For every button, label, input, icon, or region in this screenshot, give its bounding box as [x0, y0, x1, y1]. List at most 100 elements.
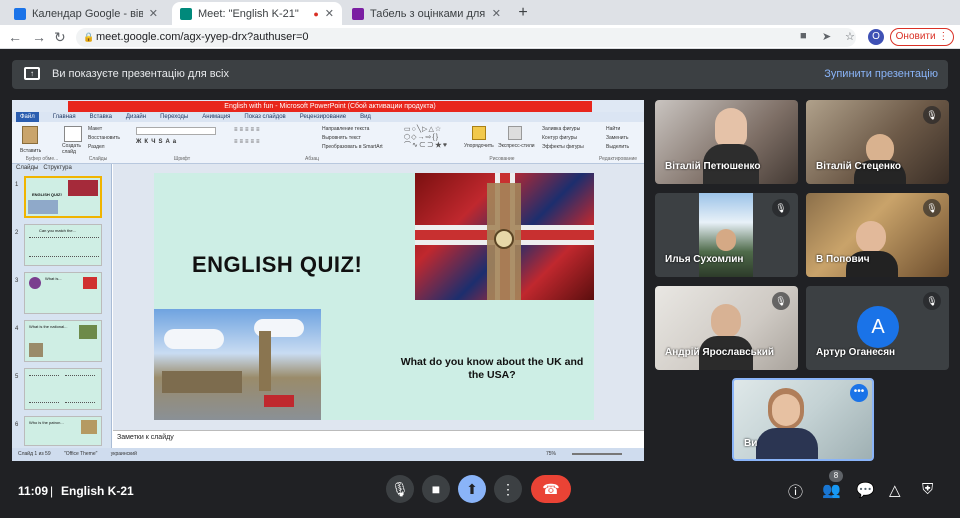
ppt-menu-item[interactable]: Вид — [360, 112, 371, 122]
align-buttons[interactable]: ≡≡≡≡≡ — [234, 139, 304, 147]
shape-effects-button[interactable]: Эффекты фигуры — [542, 144, 584, 150]
language: украинский — [110, 451, 137, 457]
section-button[interactable]: Раздел — [88, 144, 105, 150]
slide-thumbnail[interactable]: ENGLISH QUIZ! — [24, 176, 102, 218]
participant-tile[interactable]: 🎙 В Попович — [806, 193, 949, 277]
forward-icon[interactable]: → — [32, 29, 46, 45]
back-icon[interactable]: ← — [8, 29, 22, 45]
present-button[interactable]: ⬆ — [458, 475, 486, 503]
quick-styles-button[interactable]: Экспресс-стили — [498, 143, 535, 149]
shape-fill-button[interactable]: Заливка фигуры — [542, 126, 580, 132]
more-options-button[interactable]: ••• — [850, 384, 868, 402]
ppt-menu-item[interactable]: Переходы — [160, 112, 188, 122]
reload-icon[interactable]: ↻ — [54, 29, 66, 45]
ppt-menu-item[interactable]: Главная — [53, 112, 76, 122]
tower — [259, 331, 271, 391]
participant-name: Андрій Ярославський — [665, 347, 775, 358]
ppt-menu-item[interactable]: Вставка — [90, 112, 112, 122]
thumb-number: 5 — [15, 374, 19, 380]
font-format-buttons[interactable]: ЖКЧSAa — [136, 139, 226, 147]
new-tab-button[interactable]: + — [513, 3, 533, 23]
font-selector[interactable] — [136, 127, 216, 135]
participant-tile[interactable]: 🎙 Андрій Ярославський — [655, 286, 798, 370]
thumb-tabs: Слайды Структура — [16, 165, 72, 171]
participant-video — [711, 304, 741, 338]
participant-tile[interactable]: 🎙 Віталій Стеценко — [806, 100, 949, 184]
address-bar[interactable]: 🔒 meet.google.com/agx-yyep-drx?authuser=… — [76, 28, 856, 47]
zoom-slider[interactable] — [572, 453, 622, 455]
present-screen-icon: ↑ — [24, 67, 40, 80]
participant-name: Артур Оганесян — [816, 347, 896, 358]
ribbon-group-label: Абзац — [304, 156, 320, 162]
info-icon[interactable]: ⓘ — [788, 481, 803, 502]
thumb-title: ENGLISH QUIZ! — [32, 192, 62, 197]
ppt-menu-item[interactable]: Анимация — [202, 112, 230, 122]
self-view-tile[interactable]: ••• Ви — [732, 378, 874, 461]
slide-question: What do you know about the UK and the US… — [400, 356, 584, 381]
camera-icon[interactable]: ■ — [800, 30, 807, 42]
mic-off-icon: 🎙 — [923, 292, 941, 310]
thumb-title: What is the national... — [29, 324, 68, 329]
new-slide-button[interactable]: Создать слайд — [62, 143, 84, 155]
tab-meet[interactable]: Meet: "English K-21" ● ✕ — [172, 2, 342, 25]
slide-thumbnail[interactable]: What is... — [24, 272, 102, 314]
ppt-menu-item[interactable]: Дизайн — [126, 112, 146, 122]
reset-button[interactable]: Восстановить — [88, 135, 120, 141]
select-button[interactable]: Выделить — [606, 144, 629, 150]
text-direction-button[interactable]: Направление текста — [322, 126, 369, 132]
shapes-gallery[interactable]: ▭○╲▷△☆ ⬡◇→⇨{} ⌒∿⊂⊃★♥ — [404, 126, 460, 150]
align-text-button[interactable]: Выровнять текст — [322, 135, 361, 141]
shape-outline-button[interactable]: Контур фигуры — [542, 135, 577, 141]
layout-button[interactable]: Макет — [88, 126, 102, 132]
participant-tile[interactable]: 🎙 Илья Сухомлин — [655, 193, 798, 277]
tab-calendar[interactable]: Календар Google - вівторок, 8 лю ✕ — [6, 2, 166, 25]
update-button[interactable]: Оновити ⋮ — [890, 28, 954, 46]
close-icon[interactable]: ✕ — [149, 7, 158, 20]
participant-name: В Попович — [816, 254, 870, 265]
thumb-title: Can you match the... — [39, 228, 76, 233]
account-avatar[interactable]: O — [868, 29, 884, 45]
ppt-menu-item[interactable]: Рецензирование — [300, 112, 346, 122]
replace-button[interactable]: Заменить — [606, 135, 628, 141]
send-icon[interactable]: ➤ — [822, 30, 831, 43]
camera-button[interactable]: ■ — [422, 475, 450, 503]
thumb-title: What is... — [45, 276, 62, 281]
host-controls-icon[interactable]: ⛨ — [922, 481, 933, 498]
arrange-button[interactable]: Упорядочить — [464, 143, 494, 149]
stop-presenting-button[interactable]: Зупинити презентацію — [824, 68, 938, 80]
close-icon[interactable]: ✕ — [492, 7, 501, 20]
star-icon[interactable]: ☆ — [845, 30, 855, 43]
participant-video — [715, 108, 747, 148]
slide-thumbnail[interactable]: Who is the patron... — [24, 416, 102, 446]
people-icon[interactable]: 👥 — [822, 481, 841, 499]
notes-field[interactable]: Заметки к слайду — [113, 430, 644, 444]
participant-tile[interactable]: 🎙 A Артур Оганесян — [806, 286, 949, 370]
activities-icon[interactable]: △ — [889, 481, 901, 499]
current-slide[interactable] — [154, 173, 594, 420]
find-button[interactable]: Найти — [606, 126, 620, 132]
slide-thumbnail[interactable]: Can you match the... — [24, 224, 102, 266]
slide-thumbnail[interactable]: What is the national... — [24, 320, 102, 362]
smartart-button[interactable]: Преобразовать в SmartArt — [322, 144, 383, 150]
slide-thumbnail[interactable] — [24, 368, 102, 410]
close-icon[interactable]: ✕ — [325, 7, 334, 20]
paste-button[interactable]: Вставить — [20, 148, 41, 154]
tab-slides[interactable]: Слайды — [16, 165, 38, 171]
recording-icon: ● — [313, 8, 319, 19]
ppt-menu-item[interactable]: Показ слайдов — [244, 112, 285, 122]
paste-icon — [22, 126, 38, 144]
participant-name: Віталій Петюшенко — [665, 161, 761, 172]
end-call-button[interactable]: ☎ — [531, 475, 571, 503]
ppt-menu-item[interactable]: Файл — [16, 112, 39, 122]
mic-off-icon: 🎙 — [923, 199, 941, 217]
tab-outline[interactable]: Структура — [43, 165, 71, 171]
more-options-button[interactable]: ⋮ — [494, 475, 522, 503]
tab-gradebook[interactable]: Табель з оцінками для курсу "Кл ✕ — [344, 2, 509, 25]
mic-button[interactable]: 🎙 — [386, 475, 414, 503]
list-buttons[interactable]: ≡≡≡≡≡ — [234, 127, 304, 135]
arrange-icon — [472, 126, 486, 140]
tab-title: Календар Google - вівторок, 8 лю — [32, 7, 143, 20]
participant-tile[interactable]: Віталій Петюшенко — [655, 100, 798, 184]
self-face — [772, 394, 800, 426]
chat-icon[interactable]: 💬 — [856, 481, 875, 499]
